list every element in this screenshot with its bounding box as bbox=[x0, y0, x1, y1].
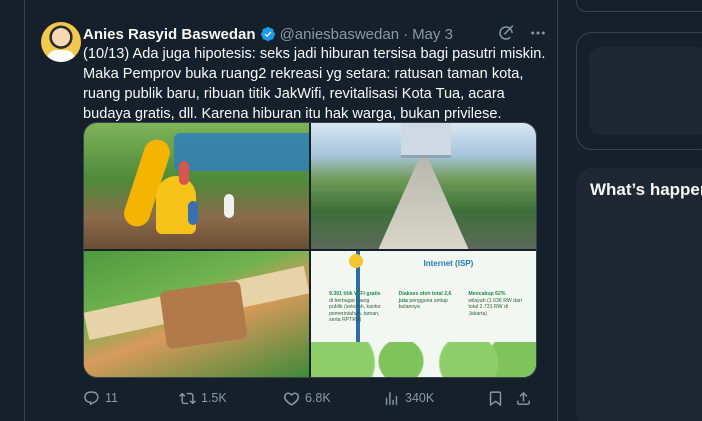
share-icon bbox=[517, 391, 530, 405]
tweet-header: Anies Rasyid Baswedan @aniesbaswedan · M… bbox=[83, 24, 547, 44]
trends-panel: What’s happening bbox=[576, 168, 702, 421]
views-button[interactable]: 340K bbox=[383, 390, 487, 407]
reply-count: 11 bbox=[105, 391, 118, 405]
tweet-actions: 11 1.5K 6.8K 340K bbox=[83, 388, 561, 408]
tweet-text: (10/13) Ada juga hipotesis: seks jadi hi… bbox=[83, 46, 546, 122]
tweet-date[interactable]: May 3 bbox=[412, 26, 453, 43]
reply-button[interactable]: 11 bbox=[83, 390, 179, 407]
photo-child bbox=[187, 201, 198, 226]
trends-title: What’s happening bbox=[590, 180, 702, 199]
photo-playground-slide[interactable] bbox=[84, 123, 309, 249]
stat-text: di berbagai ruang publik (sekolah, kanto… bbox=[329, 297, 381, 323]
reply-icon bbox=[84, 390, 99, 405]
photo-canopy bbox=[174, 133, 309, 171]
photo-road bbox=[378, 158, 469, 249]
views-count: 340K bbox=[405, 391, 435, 405]
like-count: 6.8K bbox=[305, 391, 331, 405]
grok-icon[interactable] bbox=[497, 24, 515, 42]
photo-building bbox=[401, 123, 451, 159]
retweet-icon bbox=[179, 392, 196, 404]
infographic-trees bbox=[311, 341, 536, 377]
author-handle[interactable]: @aniesbaswedan bbox=[280, 26, 399, 43]
bookmark-icon bbox=[489, 390, 502, 406]
tweet-column: Anies Rasyid Baswedan @aniesbaswedan · M… bbox=[24, 0, 558, 421]
media-grid: Internet (ISP) 9.301 titik WiFi gratis d… bbox=[83, 122, 537, 378]
photo-child bbox=[178, 160, 189, 185]
retweet-button[interactable]: 1.5K bbox=[179, 390, 283, 407]
share-button[interactable] bbox=[515, 390, 532, 407]
infographic-headline: Internet (ISP) bbox=[423, 258, 474, 268]
photo-promenade[interactable] bbox=[311, 123, 536, 249]
bookmark-button[interactable] bbox=[487, 390, 515, 407]
infographic-stat: 9.301 titik WiFi gratis di berbagai ruan… bbox=[329, 291, 383, 323]
infographic-stat: Mencakup 62% wilayah (1.636 RW dari tota… bbox=[468, 291, 522, 323]
infographic-lamp bbox=[349, 253, 364, 268]
retweet-count: 1.5K bbox=[201, 391, 227, 405]
photo-play-deck bbox=[159, 280, 248, 350]
sidebar-search-box[interactable] bbox=[576, 0, 702, 12]
header-separator: · bbox=[403, 25, 409, 43]
photo-child bbox=[223, 193, 234, 218]
avatar-figure bbox=[47, 50, 75, 62]
sidebar-card bbox=[576, 32, 702, 150]
views-icon bbox=[385, 391, 398, 405]
infographic-stat: Diakses oleh total 2,6 juta pengguna set… bbox=[399, 291, 453, 323]
infographic-stats: 9.301 titik WiFi gratis di berbagai ruan… bbox=[329, 291, 523, 323]
header-icons bbox=[497, 24, 547, 42]
verified-badge-icon bbox=[260, 27, 275, 42]
sidebar-card-inner bbox=[589, 47, 702, 135]
photo-jakwifi-infographic[interactable]: Internet (ISP) 9.301 titik WiFi gratis d… bbox=[311, 251, 536, 377]
like-button[interactable]: 6.8K bbox=[283, 390, 383, 407]
stat-text: wilayah (1.636 RW dari total 2.731 RW di… bbox=[468, 297, 522, 317]
stat-highlight: 9.301 titik WiFi gratis bbox=[329, 291, 381, 298]
more-options-icon[interactable] bbox=[529, 24, 547, 42]
author-name[interactable]: Anies Rasyid Baswedan bbox=[83, 26, 256, 43]
photo-aerial-playground[interactable] bbox=[84, 251, 309, 377]
author-avatar[interactable] bbox=[41, 22, 81, 62]
heart-icon bbox=[283, 391, 300, 406]
stat-highlight: Mencakup 62% bbox=[468, 291, 506, 298]
